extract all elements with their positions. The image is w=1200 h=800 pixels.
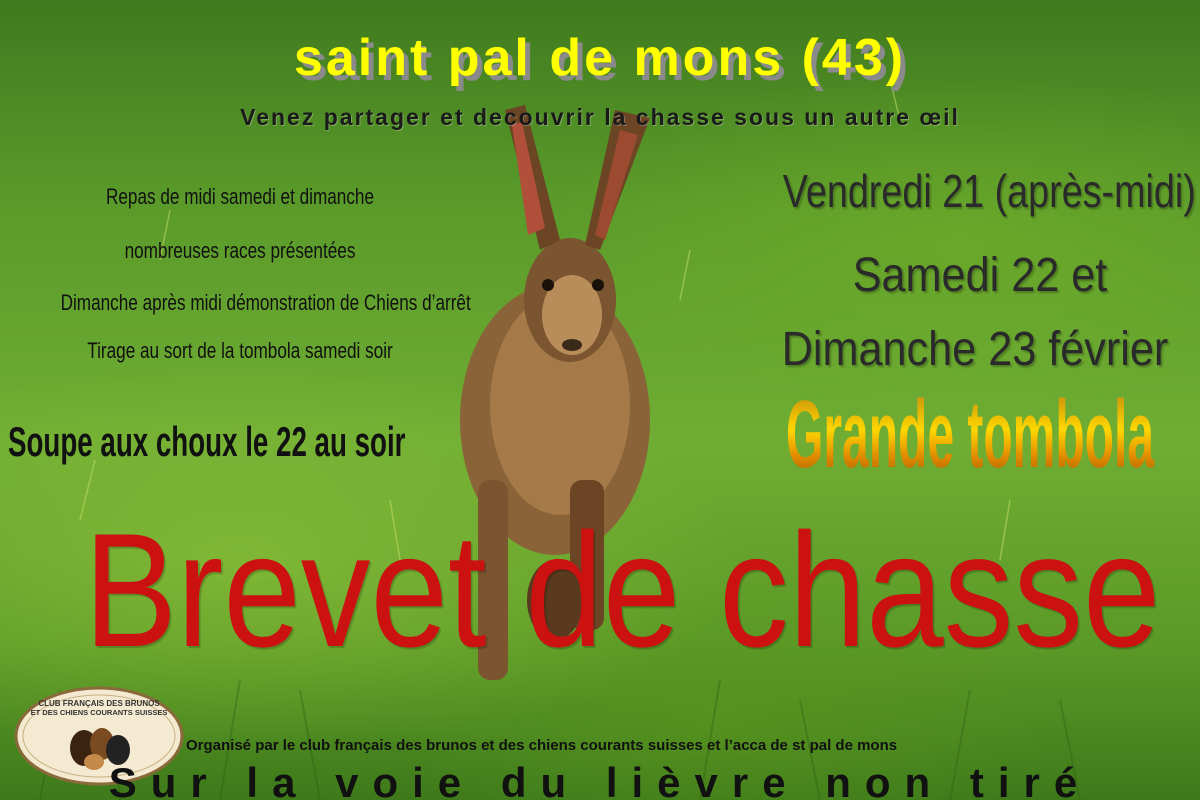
main-heading: Brevet de chasse (84, 500, 1161, 681)
logo-text-line: ET DES CHIENS COURANTS SUISSES (31, 708, 168, 717)
date-line: Vendredi 21 (après-midi) (782, 165, 1196, 217)
activity-item: Dimanche après midi démonstration de Chi… (60, 290, 471, 315)
poster: saint pal de mons (43) Venez partager et… (0, 0, 1200, 800)
subtitle: Venez partager et decouvrir la chasse so… (240, 104, 960, 130)
activity-item: Tirage au sort de la tombola samedi soir (87, 338, 393, 363)
date-line: Dimanche 23 février (781, 323, 1169, 376)
activity-item: nombreuses races présentées (124, 238, 356, 263)
tagline: Sur la voie du lièvre non tiré (108, 759, 1092, 800)
activity-item: Repas de midi samedi et dimanche (105, 184, 375, 209)
organizer-note: Organisé par le club français des brunos… (186, 737, 898, 754)
tombola-heading: Grande tombola (780, 380, 1160, 490)
date-line: Samedi 22 et (852, 249, 1108, 302)
page-title: saint pal de mons (43) (293, 29, 907, 87)
logo-text-line: CLUB FRANÇAIS DES BRUNOS (38, 699, 160, 708)
soupe-announcement: Soupe aux choux le 22 au soir (8, 418, 406, 465)
